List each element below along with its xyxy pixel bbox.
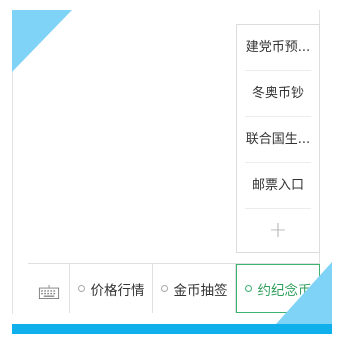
plus-icon[interactable]: +: [237, 209, 319, 253]
menu-item-un-coin[interactable]: 联合国生...: [237, 117, 319, 163]
dot-icon: [244, 285, 252, 292]
bottom-accent-bar: [12, 324, 332, 334]
tab-gold-coin-lottery[interactable]: 金币抽签: [153, 264, 236, 313]
corner-decoration-bottom-right: [276, 262, 332, 324]
dot-icon: [160, 285, 168, 292]
corner-decoration-top-left: [12, 10, 72, 72]
tab-label: 金币抽签: [173, 282, 228, 299]
dot-icon: [77, 285, 85, 292]
keyboard-toggle-button[interactable]: [28, 264, 70, 313]
menu-item-stamp-entry[interactable]: 邮票入口: [237, 163, 319, 209]
menu-item-olympic-coin[interactable]: 冬奥币钞: [237, 71, 319, 117]
tab-label: 价格行情: [90, 282, 145, 299]
popup-menu: 建党币预... 冬奥币钞 联合国生... 邮票入口 +: [236, 24, 320, 253]
tab-price-quotes[interactable]: 价格行情: [70, 264, 153, 313]
keyboard-icon: [38, 284, 59, 299]
menu-item-party-coin[interactable]: 建党币预...: [237, 25, 319, 71]
app-screen: 建党币预... 冬奥币钞 联合国生... 邮票入口 + 价格行情 金币抽签 约纪…: [0, 0, 347, 348]
